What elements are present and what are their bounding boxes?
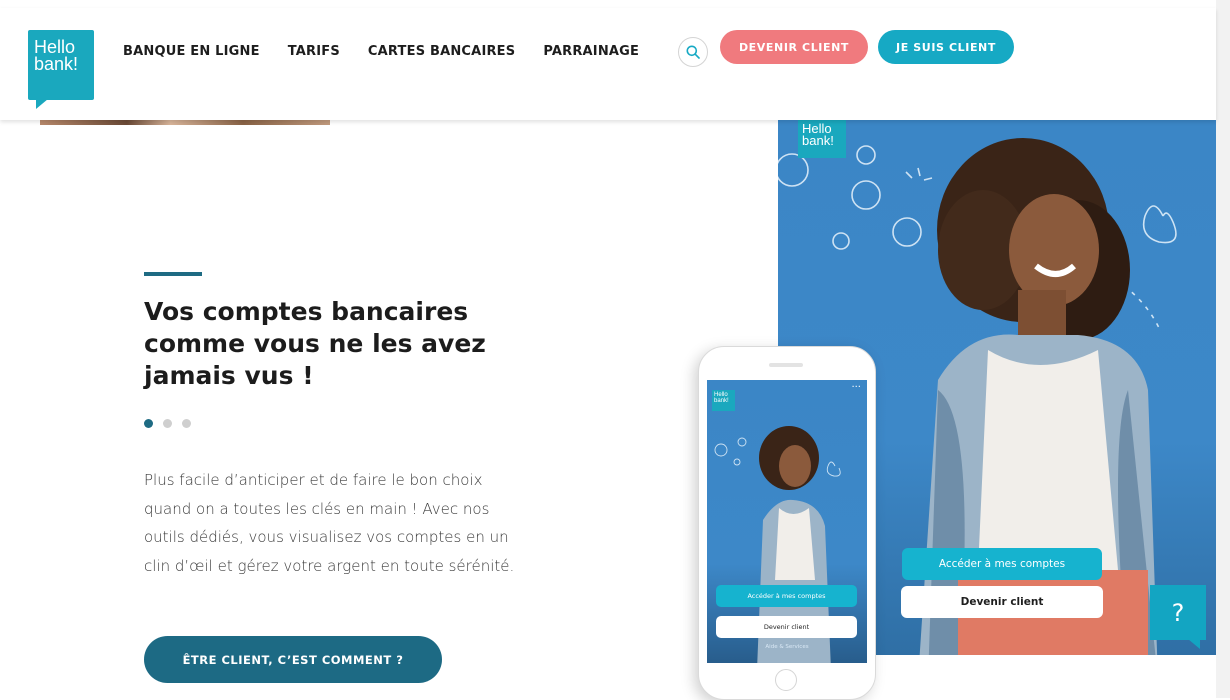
hero-title: Vos comptes bancaires comme vous ne les … [144,297,486,390]
nav-tarifs[interactable]: TARIFS [288,44,340,59]
phone-hello-bank-logo: Hello bank! [712,390,735,411]
become-client-secondary-button[interactable]: Devenir client [901,586,1103,618]
phone-logo-line-2: bank! [714,398,729,404]
photo-hello-bank-logo: Hello bank! [798,120,846,158]
logo-tail [36,99,48,109]
nav-parrainage[interactable]: PARRAINAGE [543,44,639,59]
main-nav: BANQUE EN LIGNE TARIFS CARTES BANCAIRES … [123,44,639,59]
phone-access-accounts-button: Accéder à mes comptes [716,585,857,607]
hero-description: Plus facile d’anticiper et de faire le b… [144,471,515,575]
phone-mockup: Hello bank! ··· Accéder à mes comptes De… [698,346,876,700]
search-icon [686,45,700,59]
phone-more-icon: ··· [851,382,861,393]
login-button[interactable]: JE SUIS CLIENT [878,30,1014,64]
help-icon: ? [1171,598,1185,627]
carousel-dot-1[interactable] [144,419,153,428]
help-bubble-tail [1188,639,1200,649]
phone-speaker [769,363,803,367]
logo-line-2: bank! [34,54,79,74]
phone-become-client-button: Devenir client [716,616,857,638]
phone-footer-label: Aide & Services [765,644,809,650]
nav-banque-en-ligne[interactable]: BANQUE EN LIGNE [123,44,260,59]
help-chat-button[interactable]: ? [1150,585,1206,649]
photo-logo-line-2: bank! [802,133,834,148]
title-accent-line [144,272,202,276]
carousel-dot-2[interactable] [163,419,172,428]
carousel-dots [144,419,191,428]
nav-cartes-bancaires[interactable]: CARTES BANCAIRES [368,44,515,59]
hello-bank-logo[interactable]: Hello bank! [28,30,94,109]
phone-home-button [775,669,797,691]
scrollbar-gutter [1216,0,1230,698]
access-accounts-button[interactable]: Accéder à mes comptes [902,548,1102,580]
site-header: Hello bank! BANQUE EN LIGNE TARIFS CARTE… [0,8,1216,120]
search-button[interactable] [678,37,708,67]
previous-slide-image [40,120,330,125]
phone-screen: Hello bank! ··· Accéder à mes comptes De… [707,380,867,663]
carousel-dot-3[interactable] [182,419,191,428]
become-client-button[interactable]: DEVENIR CLIENT [720,30,868,64]
become-client-cta-button[interactable]: ÊTRE CLIENT, C’EST COMMENT ? [144,636,442,683]
